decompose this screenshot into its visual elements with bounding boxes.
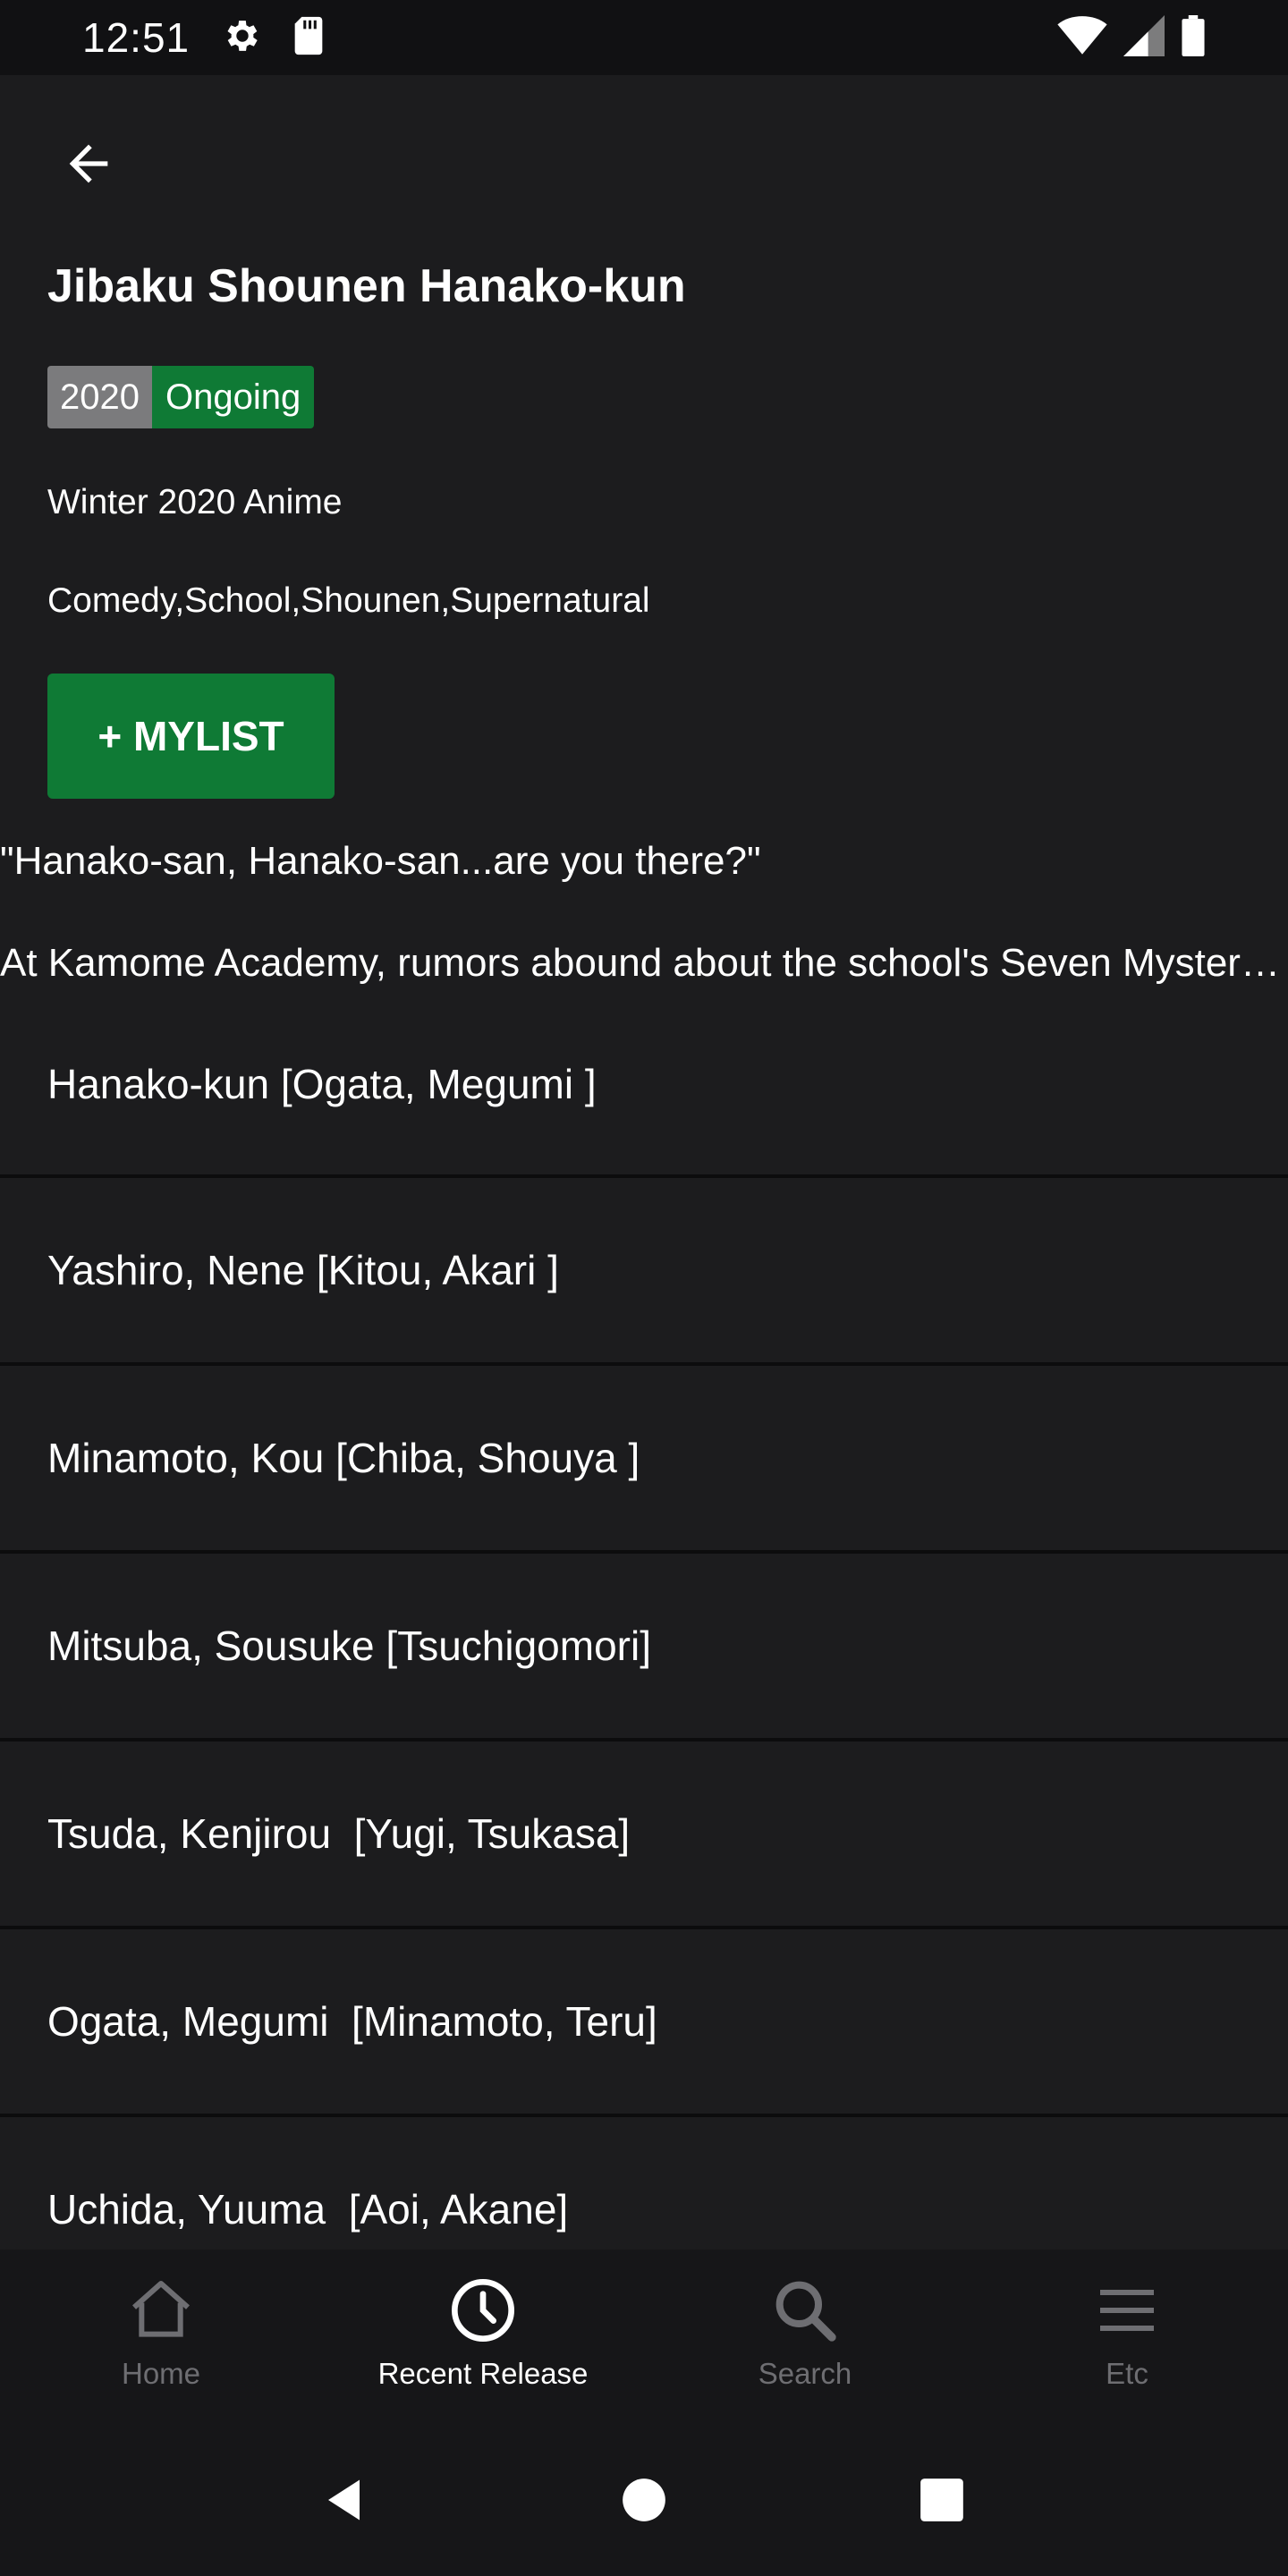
battery-icon xyxy=(1181,14,1206,61)
nav-item-recent-release[interactable]: Recent Release xyxy=(322,2250,644,2428)
description-quote: "Hanako-san, Hanako-san...are you there?… xyxy=(0,839,761,883)
character-item[interactable]: Minamoto, Kou [Chiba, Shouya ] xyxy=(0,1366,1288,1554)
character-item[interactable]: Tsuda, Kenjirou [Yugi, Tsukasa] xyxy=(0,1741,1288,1929)
system-navigation-bar xyxy=(0,2428,1288,2576)
character-item[interactable]: Yashiro, Nene [Kitou, Akari ] xyxy=(0,1178,1288,1366)
nav-item-search[interactable]: Search xyxy=(644,2250,966,2428)
nav-label: Recent Release xyxy=(377,2357,589,2390)
status-badge: Ongoing xyxy=(151,366,315,428)
system-back-button[interactable] xyxy=(306,2462,386,2543)
character-label: Minamoto, Kou [Chiba, Shouya ] xyxy=(47,1435,640,1481)
year-badge: 2020 xyxy=(47,366,152,428)
character-item[interactable]: Uchida, Yuuma [Aoi, Akane] xyxy=(0,2117,1288,2250)
nav-label: Search xyxy=(758,2357,852,2390)
character-item[interactable]: Ogata, Megumi [Minamoto, Teru] xyxy=(0,1929,1288,2117)
nav-item-home[interactable]: Home xyxy=(0,2250,322,2428)
synopsis-text[interactable]: At Kamome Academy, rumors abound about t… xyxy=(0,941,1288,986)
character-label: Uchida, Yuuma [Aoi, Akane] xyxy=(47,2186,569,2233)
back-button[interactable] xyxy=(48,125,129,206)
clock-icon xyxy=(447,2275,519,2346)
menu-icon xyxy=(1091,2275,1163,2346)
sd-card-icon xyxy=(290,15,327,61)
recents-square-icon xyxy=(919,2477,965,2528)
nav-item-etc[interactable]: Etc xyxy=(966,2250,1288,2428)
home-circle-icon xyxy=(621,2477,667,2528)
character-label: Tsuda, Kenjirou [Yugi, Tsukasa] xyxy=(47,1810,631,1857)
home-icon xyxy=(125,2275,197,2346)
character-list[interactable]: Hanako-kun [Ogata, Megumi ] Yashiro, Nen… xyxy=(0,993,1288,2250)
character-label: Mitsuba, Sousuke [Tsuchigomori] xyxy=(47,1623,651,1669)
season-label: Winter 2020 Anime xyxy=(47,483,343,521)
bottom-navigation: Home Recent Release Search Etc xyxy=(0,2250,1288,2428)
system-recents-button[interactable] xyxy=(902,2462,982,2543)
character-item[interactable]: Mitsuba, Sousuke [Tsuchigomori] xyxy=(0,1554,1288,1741)
badge-group: 2020 Ongoing xyxy=(47,366,315,428)
character-label: Yashiro, Nene [Kitou, Akari ] xyxy=(47,1247,559,1293)
back-triangle-icon xyxy=(319,2473,373,2531)
page-title: Jibaku Shounen Hanako-kun xyxy=(47,260,686,312)
signal-icon xyxy=(1123,14,1165,61)
arrow-left-icon xyxy=(60,135,117,197)
character-label: Hanako-kun [Ogata, Megumi ] xyxy=(47,1060,597,1107)
nav-label: Etc xyxy=(1106,2357,1148,2390)
character-item[interactable]: Hanako-kun [Ogata, Megumi ] xyxy=(0,993,1288,1178)
search-icon xyxy=(769,2275,841,2346)
add-to-mylist-button[interactable]: + MYLIST xyxy=(47,674,335,799)
system-home-button[interactable] xyxy=(604,2462,684,2543)
character-label: Ogata, Megumi [Minamoto, Teru] xyxy=(47,1998,657,2045)
status-time: 12:51 xyxy=(82,14,191,61)
gear-icon xyxy=(222,15,263,61)
genres-label: Comedy,School,Shounen,Supernatural xyxy=(47,581,650,620)
wifi-icon xyxy=(1057,15,1107,61)
status-bar: 12:51 xyxy=(0,0,1288,75)
nav-label: Home xyxy=(121,2357,201,2390)
